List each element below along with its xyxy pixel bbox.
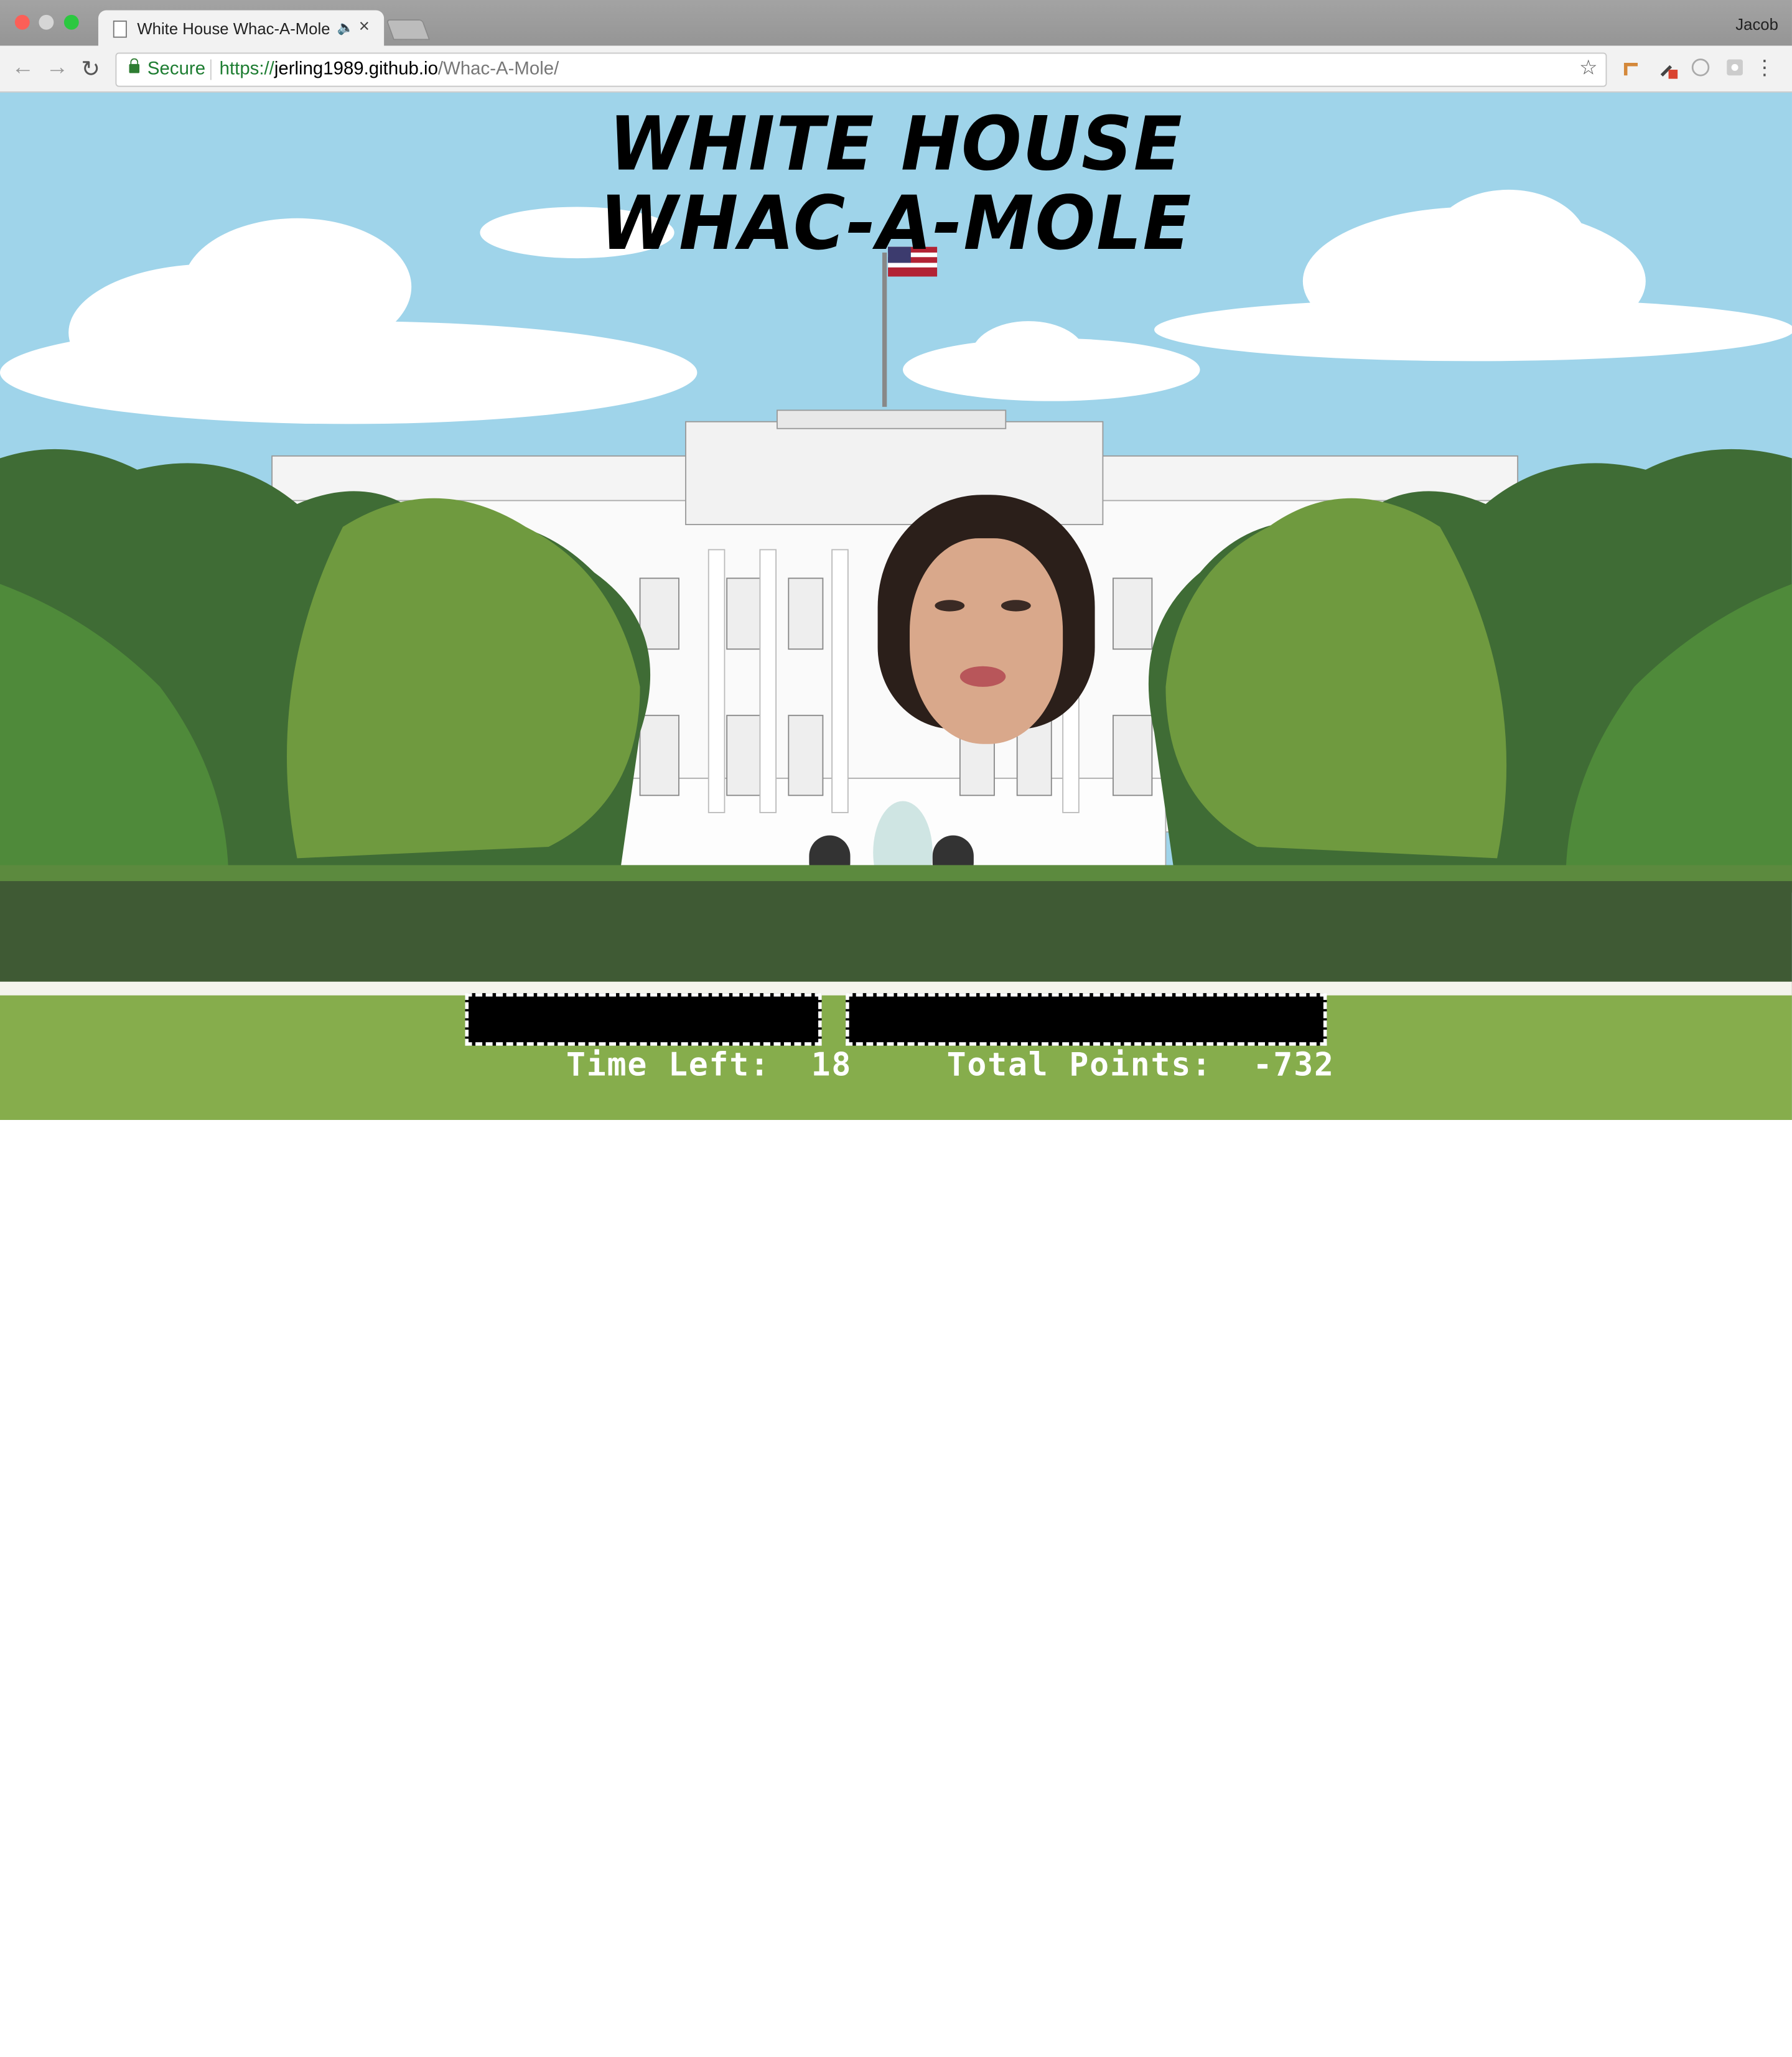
back-arrow-icon[interactable]: ←	[11, 55, 34, 81]
forward-arrow-icon[interactable]: →	[45, 55, 68, 81]
lock-icon	[129, 58, 140, 73]
reload-icon[interactable]: ↻	[81, 55, 100, 83]
url-scheme: https://	[219, 59, 274, 79]
time-left-display: Time Left: 18	[465, 993, 851, 1083]
extension-circle-icon[interactable]	[1691, 58, 1710, 77]
total-points-label: Total Points:	[946, 1045, 1212, 1084]
close-window-button[interactable]	[14, 14, 30, 30]
url-text[interactable]: https://jerling1989.github.io/Whac-A-Mol…	[220, 60, 559, 80]
title-line-1: WHITE HOUSE	[609, 100, 1183, 188]
new-tab-button[interactable]	[386, 19, 431, 40]
total-points-value: -732	[1253, 1045, 1335, 1084]
extension-ruler-icon[interactable]	[1622, 58, 1640, 77]
close-tab-icon[interactable]: ×	[359, 17, 370, 38]
browser-toolbar: ← → ↻ Secure https://jerling1989.github.…	[0, 45, 1792, 93]
title-line-2: WHAC-A-MOLE	[599, 179, 1193, 267]
tab-strip: White House Whac-A-Mole 🔈 × Jacob	[0, 0, 1792, 47]
game-area: WHITE HOUSE WHAC-A-MOLE Time Left: 18 To…	[0, 92, 1792, 1120]
divider	[210, 59, 212, 80]
document-icon	[113, 21, 127, 38]
url-host: jerling1989.github.io	[274, 59, 438, 79]
time-left-label: Time Left:	[566, 1045, 770, 1084]
page-title: WHITE HOUSE WHAC-A-MOLE	[0, 100, 1792, 267]
more-menu-icon[interactable]: ⋮	[1754, 56, 1775, 80]
maximize-window-button[interactable]	[63, 14, 79, 30]
total-points-display: Total Points: -732	[846, 993, 1333, 1083]
mole-mouth	[959, 666, 1006, 687]
browser-tab[interactable]: White House Whac-A-Mole 🔈 ×	[98, 10, 385, 47]
security-label: Secure	[147, 59, 206, 79]
browser-chrome: White House Whac-A-Mole 🔈 × Jacob ← → ↻ …	[0, 0, 1792, 93]
mole-eye	[1001, 600, 1031, 612]
extension-gear-icon[interactable]	[1725, 58, 1743, 77]
speaker-icon[interactable]: 🔈	[337, 19, 354, 35]
address-bar[interactable]: Secure https://jerling1989.github.io/Wha…	[115, 52, 1607, 87]
minimize-window-button[interactable]	[39, 14, 54, 30]
bookmark-star-icon[interactable]: ☆	[1579, 56, 1598, 80]
tab-title: White House Whac-A-Mole	[137, 19, 330, 38]
profile-name[interactable]: Jacob	[1735, 15, 1778, 33]
extension-eyedropper-icon[interactable]	[1657, 58, 1678, 79]
mole-face[interactable]	[910, 538, 1063, 744]
mole-character[interactable]	[877, 495, 1095, 746]
mole-eye	[935, 600, 965, 612]
url-path: /Whac-A-Mole/	[437, 59, 559, 79]
time-left-value: 18	[811, 1045, 852, 1084]
